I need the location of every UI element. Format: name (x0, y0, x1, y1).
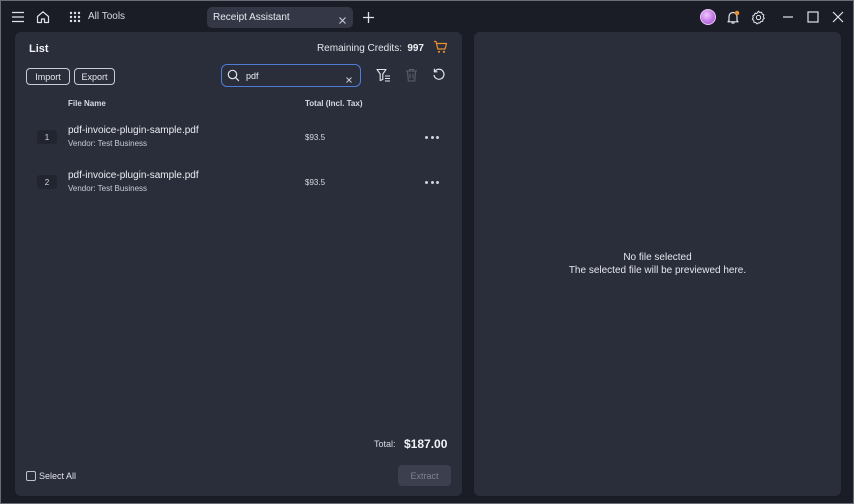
filter-icon[interactable] (375, 67, 391, 83)
total-label: Total: (374, 439, 396, 449)
credits-value: 997 (407, 43, 424, 54)
row-file-name: pdf-invoice-plugin-sample.pdf (68, 125, 199, 136)
minimize-icon[interactable] (778, 7, 798, 27)
row-index: 1 (37, 130, 57, 144)
refresh-icon[interactable] (431, 67, 447, 83)
tab-label: Receipt Assistant (213, 12, 290, 23)
settings-gear-icon[interactable] (748, 7, 768, 27)
row-total: $93.5 (305, 133, 326, 142)
more-options-icon[interactable] (425, 178, 439, 186)
export-button[interactable]: Export (74, 68, 115, 85)
import-button[interactable]: Import (26, 68, 70, 85)
preview-empty-subtitle: The selected file will be previewed here… (568, 265, 747, 276)
cart-icon[interactable] (433, 40, 448, 59)
row-vendor: Vendor: Test Business (68, 184, 148, 193)
extract-button[interactable]: Extract (398, 465, 451, 486)
tab-receipt-assistant[interactable]: Receipt Assistant (207, 7, 353, 28)
row-total: $93.5 (305, 178, 326, 187)
table-row[interactable]: 2 pdf-invoice-plugin-sample.pdf Vendor: … (15, 166, 462, 206)
avatar[interactable] (700, 9, 716, 25)
all-tools-label[interactable]: All Tools (88, 11, 125, 22)
select-all-checkbox[interactable] (26, 471, 36, 481)
notification-icon[interactable] (723, 7, 743, 27)
search-icon (227, 69, 240, 87)
home-icon[interactable] (33, 7, 53, 27)
row-vendor: Vendor: Test Business (68, 139, 148, 148)
list-panel: List Remaining Credits: 997 Import Expor… (15, 32, 462, 496)
select-all-label[interactable]: Select All (39, 471, 76, 481)
table-row[interactable]: 1 pdf-invoice-plugin-sample.pdf Vendor: … (15, 121, 462, 161)
tab-close-icon[interactable] (338, 12, 347, 30)
new-tab-icon[interactable] (358, 7, 378, 27)
close-window-icon[interactable] (828, 7, 848, 27)
all-tools-icon[interactable] (65, 7, 85, 27)
title-bar: All Tools Receipt Assistant (1, 1, 853, 33)
total-column-header[interactable]: Total (Incl. Tax) (305, 99, 362, 108)
preview-empty-title: No file selected (623, 252, 692, 263)
select-all[interactable]: Select All (26, 471, 76, 481)
preview-panel: No file selected The selected file will … (474, 32, 841, 496)
search-box[interactable] (221, 64, 361, 87)
row-index: 2 (37, 175, 57, 189)
credits-label: Remaining Credits: (316, 43, 402, 54)
more-options-icon[interactable] (425, 133, 439, 141)
row-file-name: pdf-invoice-plugin-sample.pdf (68, 170, 199, 181)
menu-icon[interactable] (8, 7, 28, 27)
search-input[interactable] (246, 69, 342, 83)
maximize-icon[interactable] (803, 7, 823, 27)
clear-search-icon[interactable] (345, 71, 353, 89)
list-title: List (29, 43, 49, 55)
total-value: $187.00 (404, 437, 448, 451)
file-name-column-header[interactable]: File Name (68, 99, 106, 108)
delete-icon[interactable] (403, 67, 419, 83)
